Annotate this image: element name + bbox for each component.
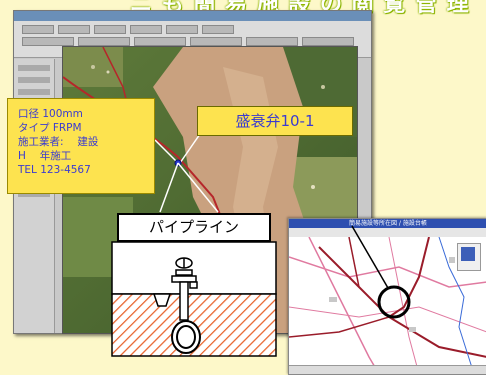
- map-pointer-line: [351, 225, 389, 289]
- info-contractor: 施工業者: 建設: [18, 136, 99, 148]
- pipeline-label: パイプライン: [117, 213, 271, 242]
- valve-shaft-icon: [179, 281, 189, 321]
- zoom-line-left: [159, 162, 179, 213]
- valve-name-label: 盛衰弁10-1: [197, 106, 353, 136]
- facility-info-box: 口径 100mm タイプ FRPM 施工業者: 建設 H 年施工 TEL 123…: [7, 98, 155, 194]
- pipe-icon: [171, 320, 201, 354]
- info-diameter: 口径 100mm: [18, 108, 83, 120]
- info-leader-line: [154, 139, 179, 164]
- target-circle-icon: [377, 285, 411, 319]
- zoom-line-right: [177, 162, 219, 213]
- info-construction-year: H 年施工: [18, 150, 72, 162]
- info-phone: TEL 123-4567: [18, 164, 91, 176]
- valve-leader-line: [179, 133, 201, 164]
- info-type: タイプ FRPM: [18, 122, 82, 134]
